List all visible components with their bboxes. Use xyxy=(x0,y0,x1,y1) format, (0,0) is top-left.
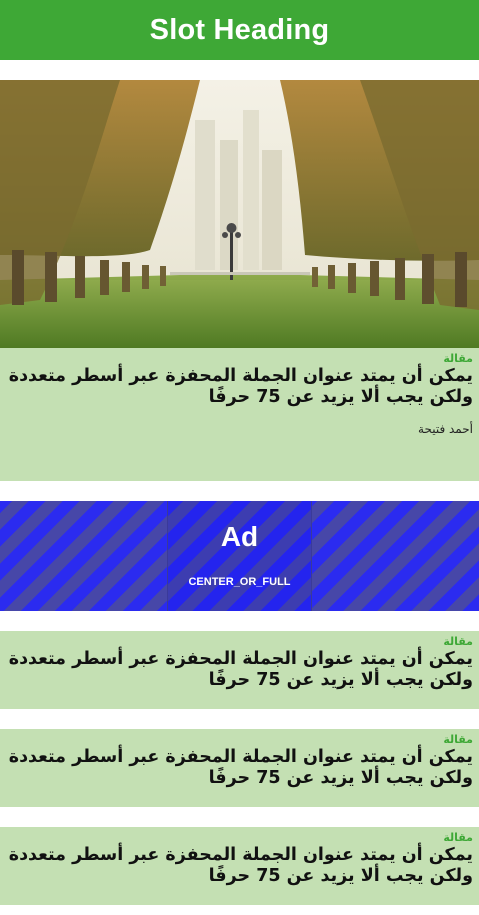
ad-size-label: CENTER_OR_FULL xyxy=(188,576,291,588)
palm-avenue-photo xyxy=(0,80,479,348)
article-type-label: مقالة xyxy=(443,831,473,844)
slot-heading: Slot Heading xyxy=(149,13,330,46)
featured-article-card[interactable]: مقالة يمكن أن يمتد عنوان الجملة المحفزة … xyxy=(0,348,479,481)
article-title[interactable]: يمكن أن يمتد عنوان الجملة المحفزة عبر أس… xyxy=(6,649,473,691)
article-type-label: مقالة xyxy=(443,733,473,746)
hero-image[interactable] xyxy=(0,80,479,348)
article-type-label: مقالة xyxy=(443,635,473,648)
article-title[interactable]: يمكن أن يمتد عنوان الجملة المحفزة عبر أس… xyxy=(6,747,473,789)
ad-slot[interactable]: Ad CENTER_OR_FULL xyxy=(0,501,479,611)
article-card[interactable]: مقالة يمكن أن يمتد عنوان الجملة المحفزة … xyxy=(0,827,479,905)
article-card[interactable]: مقالة يمكن أن يمتد عنوان الجملة المحفزة … xyxy=(0,631,479,709)
ad-title: Ad xyxy=(220,521,259,552)
article-card[interactable]: مقالة يمكن أن يمتد عنوان الجملة المحفزة … xyxy=(0,729,479,807)
article-type-label: مقالة xyxy=(443,352,473,365)
article-title[interactable]: يمكن أن يمتد عنوان الجملة المحفزة عبر أس… xyxy=(6,845,473,887)
article-author[interactable]: أحمد فتيحة xyxy=(6,422,473,436)
slot-header: Slot Heading xyxy=(0,0,479,60)
ad-center-panel xyxy=(167,501,312,611)
article-title[interactable]: يمكن أن يمتد عنوان الجملة المحفزة عبر أس… xyxy=(6,366,473,408)
